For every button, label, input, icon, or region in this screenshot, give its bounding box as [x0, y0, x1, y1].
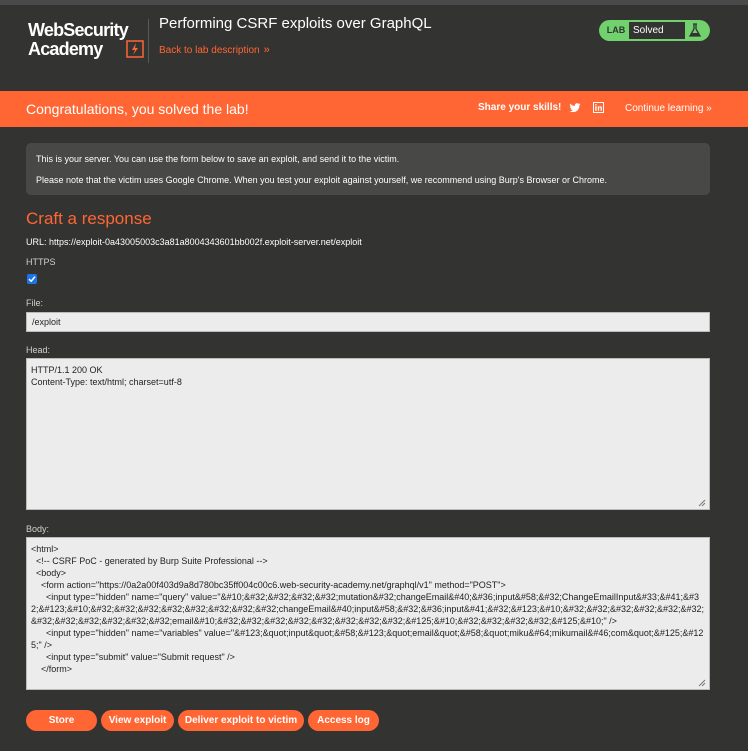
- body-line: <form action="https://0a2a00f403d9a8d780…: [31, 580, 506, 590]
- notice-line-1: This is your server. You can use the for…: [36, 154, 400, 164]
- lab-tag: LAB: [606, 25, 626, 35]
- deliver-exploit-button[interactable]: Deliver exploit to victim: [178, 710, 304, 731]
- twitter-icon[interactable]: [569, 102, 581, 114]
- resize-handle-icon[interactable]: [698, 499, 706, 507]
- https-checkbox[interactable]: [27, 274, 37, 284]
- share-label: Share your skills!: [478, 102, 562, 113]
- back-to-description-link[interactable]: Back to lab description»: [159, 44, 270, 56]
- file-label: File:: [26, 298, 44, 308]
- resize-handle-icon[interactable]: [698, 679, 706, 687]
- double-chevron-right-icon: »: [263, 44, 270, 56]
- body-line: <input type="hidden" name="query" value=…: [31, 592, 705, 626]
- academy-logo[interactable]: WebSecurity Academy: [26, 19, 148, 67]
- body-line: <html>: [31, 544, 59, 554]
- access-log-button[interactable]: Access log: [308, 710, 379, 731]
- body-line: <body>: [31, 568, 67, 578]
- head-textarea[interactable]: HTTP/1.1 200 OK Content-Type: text/html;…: [26, 358, 710, 510]
- exploit-url: URL: https://exploit-0a43005003c3a81a800…: [26, 237, 362, 247]
- section-title: Craft a response: [26, 209, 152, 228]
- notice-line-2: Please note that the victim uses Google …: [36, 175, 607, 185]
- banner-title: Congratulations, you solved the lab!: [26, 101, 249, 117]
- double-chevron-right-icon: »: [706, 103, 712, 114]
- lab-status-badge: LAB Solved: [599, 20, 710, 41]
- store-button[interactable]: Store: [26, 710, 97, 731]
- lab-state: Solved: [629, 22, 685, 39]
- server-notice: This is your server. You can use the for…: [26, 143, 710, 195]
- logo-text-line2: Academy: [28, 39, 103, 59]
- flask-icon: [688, 23, 702, 37]
- header: WebSecurity Academy Performing CSRF expl…: [0, 5, 748, 91]
- https-label: HTTPS: [26, 257, 56, 267]
- body-label: Body:: [26, 524, 50, 534]
- lab-title: Performing CSRF exploits over GraphQL: [159, 15, 432, 32]
- logo-text-line1: WebSecurity: [28, 20, 129, 40]
- continue-learning-label: Continue learning: [625, 103, 704, 114]
- checkmark-icon: [28, 276, 36, 283]
- continue-learning-link[interactable]: Continue learning »: [625, 103, 712, 114]
- header-divider: [148, 19, 149, 63]
- body-line: <input type="submit" value="Submit reque…: [31, 652, 235, 662]
- body-textarea[interactable]: <html> <!-- CSRF PoC - generated by Burp…: [26, 537, 710, 690]
- logo-bolt-icon: [126, 40, 144, 58]
- body-line: <input type="hidden" name="variables" va…: [31, 628, 704, 650]
- body-line: <!-- CSRF PoC - generated by Burp Suite …: [31, 556, 268, 566]
- linkedin-icon[interactable]: [593, 102, 604, 113]
- view-exploit-button[interactable]: View exploit: [101, 710, 174, 731]
- file-input[interactable]: /exploit: [26, 312, 710, 332]
- body-line: </form>: [31, 664, 73, 674]
- solved-banner: Congratulations, you solved the lab! Sha…: [0, 91, 748, 127]
- back-link-label: Back to lab description: [159, 45, 260, 56]
- head-label: Head:: [26, 345, 51, 355]
